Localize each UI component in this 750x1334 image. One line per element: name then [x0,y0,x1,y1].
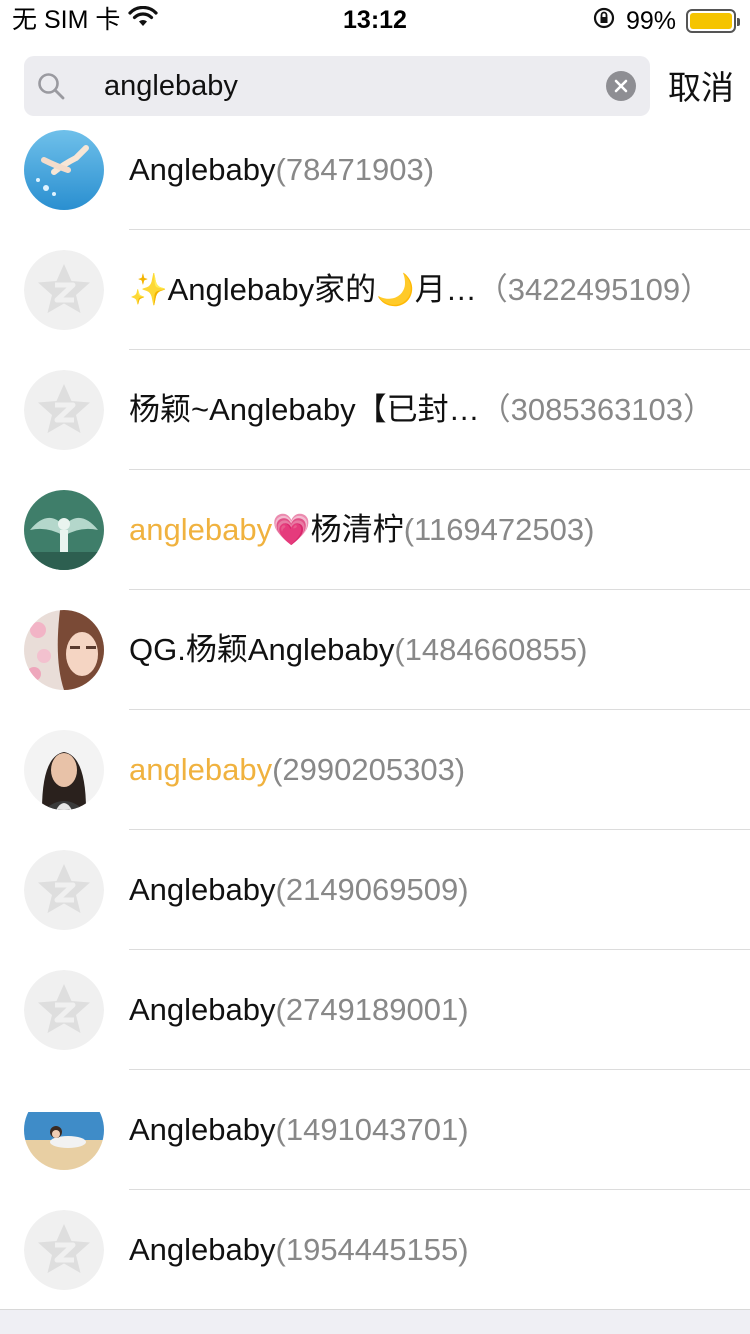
result-item[interactable]: QG.杨颖Anglebaby(1484660855) [0,590,750,710]
result-qq-number: （3422495109） [476,272,712,307]
result-title: Anglebaby(2149069509) [129,830,469,950]
result-qq-number: (1484660855) [394,632,588,667]
battery-percent: 99% [625,7,676,35]
result-item[interactable]: Anglebaby(2749189001) [0,950,750,1070]
result-qq-number: （3085363103） [479,392,715,427]
result-qq-number: (2990205303) [272,752,466,787]
result-name: Anglebaby [129,872,276,907]
result-title: ✨Anglebaby家的🌙月…（3422495109） [129,230,711,350]
result-qq-number: (2749189001) [275,992,469,1027]
result-item[interactable]: 杨颖~Anglebaby【已封…（3085363103） [0,350,750,470]
default-avatar [24,370,104,450]
result-name: 杨颖~Anglebaby【已封… [129,392,480,427]
result-title: Anglebaby(1491043701) [129,1070,469,1190]
avatar [24,130,104,210]
result-qq-number: (2149069509) [275,872,469,907]
status-right-group: 99% [592,6,740,36]
result-item[interactable]: Anglebaby(1954445155) [0,1190,750,1310]
search-bar[interactable] [24,56,650,116]
result-title: anglebaby(2990205303) [129,710,465,830]
result-title: Anglebaby(78471903) [129,110,434,230]
result-name: Anglebaby [129,992,276,1027]
avatar [24,730,104,810]
status-bar: 无 SIM 卡 13:12 99% [0,0,750,40]
avatar [24,1090,104,1170]
result-name: Anglebaby [129,152,276,187]
avatar [24,490,104,570]
default-avatar [24,1210,104,1290]
result-item[interactable]: anglebaby(2990205303) [0,710,750,830]
result-title: 杨颖~Anglebaby【已封…（3085363103） [129,350,714,470]
battery-level [690,13,732,29]
result-item[interactable]: anglebaby💗杨清柠(1169472503) [0,470,750,590]
rotation-lock-icon [592,6,616,36]
result-qq-number: (1491043701) [275,1112,469,1147]
avatar [24,610,104,690]
result-name: anglebaby [129,752,273,787]
result-name: Anglebaby [129,1232,276,1267]
default-avatar [24,970,104,1050]
result-qq-number: (1169472503) [403,512,595,547]
search-input[interactable] [104,56,604,116]
result-title: Anglebaby(2749189001) [129,950,469,1070]
result-title: QG.杨颖Anglebaby(1484660855) [129,590,587,710]
bottom-bar [0,1309,750,1334]
search-results-list: Anglebaby(78471903) ✨Anglebaby家的🌙月…（34224… [0,110,750,1310]
result-title: Anglebaby(1954445155) [129,1190,469,1310]
result-item[interactable]: Anglebaby(78471903) [0,110,750,230]
result-name: anglebaby [129,512,273,547]
default-avatar [24,250,104,330]
result-name: QG.杨颖Anglebaby [129,632,395,667]
default-avatar [24,850,104,930]
result-item[interactable]: Anglebaby(1491043701) [0,1070,750,1190]
search-icon [36,71,66,101]
result-name: ✨Anglebaby家的🌙月… [129,272,477,307]
result-title: anglebaby💗杨清柠(1169472503) [129,470,594,590]
result-item[interactable]: ✨Anglebaby家的🌙月…（3422495109） [0,230,750,350]
result-name-suffix: 💗杨清柠 [272,512,404,547]
result-qq-number: (1954445155) [275,1232,469,1267]
cancel-button[interactable]: 取消 [668,68,734,108]
battery-icon [686,9,740,33]
result-qq-number: (78471903) [275,152,435,187]
result-item[interactable]: Anglebaby(2149069509) [0,830,750,950]
clear-search-icon[interactable] [606,71,636,101]
result-name: Anglebaby [129,1112,276,1147]
